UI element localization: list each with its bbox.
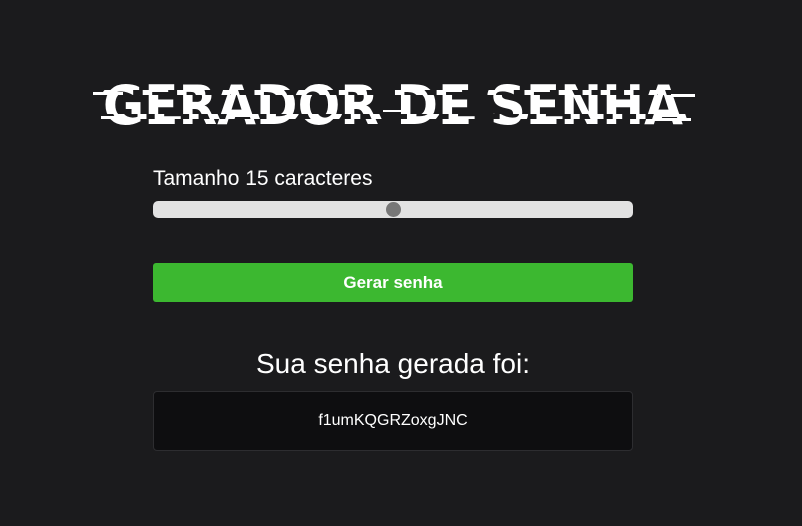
- generated-password: f1umKQGRZoxgJNC: [318, 412, 468, 429]
- logo: GERADOR DE SENHA GERADOR DE SENHA GERADO…: [93, 72, 695, 134]
- password-output[interactable]: f1umKQGRZoxgJNC: [153, 391, 633, 451]
- result-title: Sua senha gerada foi:: [256, 348, 530, 379]
- length-label: Tamanho 15 caracteres: [153, 167, 373, 190]
- password-generator-page: GERADOR DE SENHA GERADOR DE SENHA GERADO…: [0, 0, 802, 526]
- logo-graphic: GERADOR DE SENHA GERADOR DE SENHA GERADO…: [93, 74, 695, 134]
- length-slider[interactable]: [153, 201, 633, 218]
- generate-password-button[interactable]: Gerar senha: [153, 263, 633, 302]
- slider-thumb[interactable]: [385, 202, 401, 217]
